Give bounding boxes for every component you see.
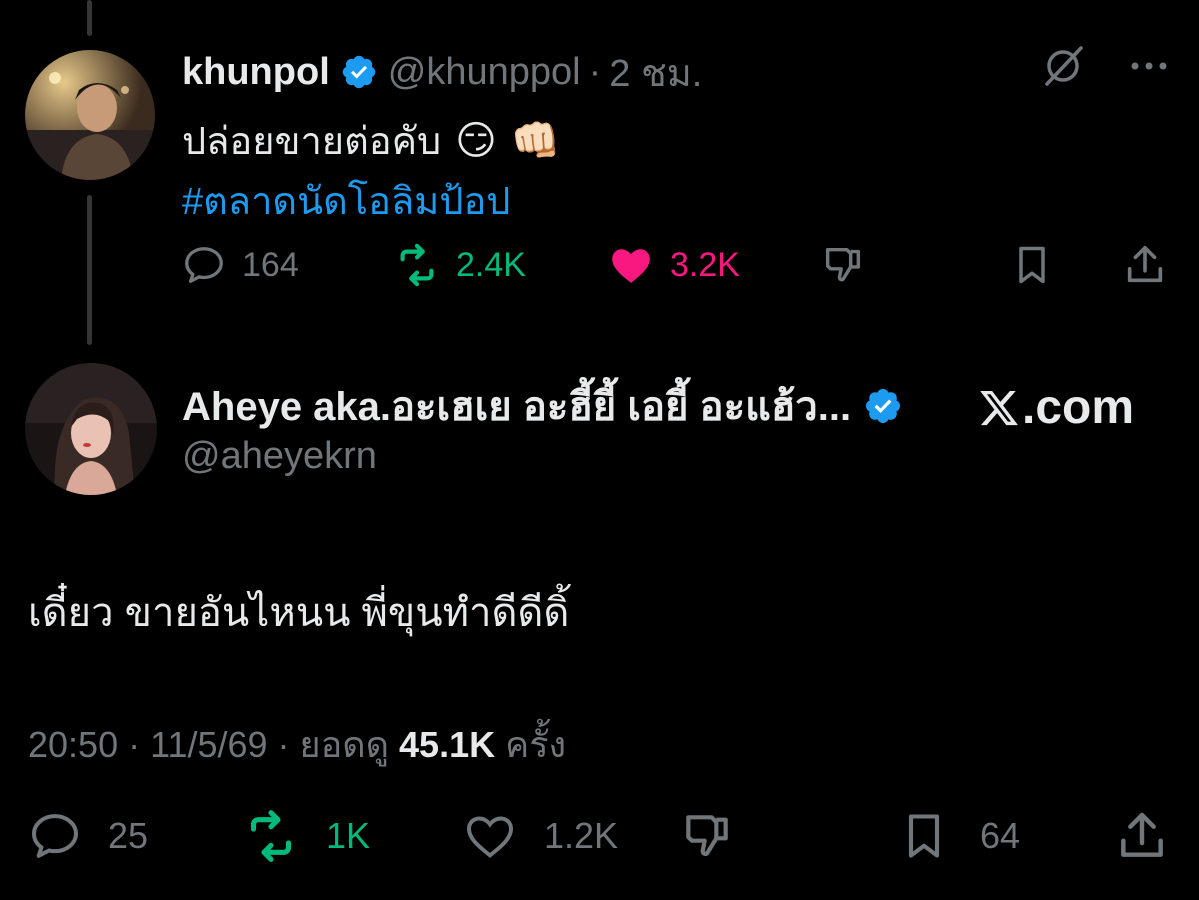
verified-badge-icon bbox=[342, 55, 375, 89]
reply-date[interactable]: 11/5/69 bbox=[150, 724, 267, 766]
repost-count: 2.4K bbox=[456, 245, 526, 284]
parent-top-actions bbox=[1041, 44, 1169, 88]
reply-button[interactable]: 25 bbox=[26, 808, 148, 864]
x-com-text: .com bbox=[1022, 381, 1135, 434]
parent-handle[interactable]: @khunppol bbox=[388, 51, 581, 94]
views-suffix: ครั้ง bbox=[505, 724, 567, 765]
reply-button[interactable]: 164 bbox=[180, 242, 299, 288]
grok-slash-icon[interactable] bbox=[1041, 44, 1085, 88]
like-button[interactable]: 3.2K bbox=[606, 242, 740, 288]
dislike-icon bbox=[825, 247, 861, 282]
reply-meta: 20:50 · 11/5/69 · ยอดดู 45.1K ครั้ง bbox=[28, 716, 566, 773]
repost-icon bbox=[250, 810, 292, 862]
like-count: 3.2K bbox=[670, 245, 740, 284]
reply-count: 25 bbox=[108, 815, 149, 856]
parent-author-name[interactable]: khunpol bbox=[182, 51, 330, 94]
views-label: ยอดดู bbox=[299, 724, 390, 765]
repost-button[interactable]: 1K bbox=[240, 808, 370, 864]
parent-timestamp[interactable]: 2 ชม. bbox=[609, 42, 702, 103]
reply-tweet-text: เดี๋ยว ขายอันไหนน พี่ขุนทำดีดีดิ้ bbox=[28, 591, 570, 635]
reply-icon bbox=[32, 814, 78, 858]
meta-separator: · bbox=[277, 724, 290, 765]
views-count[interactable]: 45.1K bbox=[399, 724, 495, 766]
parent-header: khunpol @khunppol · 2 ชม. bbox=[182, 48, 702, 96]
parent-separator: · bbox=[588, 50, 602, 93]
bookmark-icon bbox=[1019, 246, 1045, 284]
dislike-icon bbox=[686, 815, 728, 856]
share-icon bbox=[1127, 245, 1163, 283]
reply-time[interactable]: 20:50 bbox=[28, 724, 118, 766]
parent-text-body: ปล่อยขายต่อคับ bbox=[182, 121, 442, 163]
bookmark-button[interactable] bbox=[1010, 242, 1068, 288]
parent-action-bar: 164 2.4K 3.2K bbox=[180, 240, 1170, 290]
parent-hashtag-link[interactable]: #ตลาดนัดโอลิมป้อป bbox=[182, 170, 510, 231]
parent-avatar[interactable] bbox=[25, 50, 155, 180]
fist-emoji: 👊🏻 bbox=[510, 118, 561, 163]
reply-icon bbox=[185, 247, 223, 283]
repost-button[interactable]: 2.4K bbox=[392, 242, 526, 288]
dislike-button[interactable] bbox=[820, 242, 880, 288]
like-icon bbox=[612, 249, 650, 283]
reply-avatar[interactable] bbox=[25, 363, 157, 495]
like-button[interactable]: 1.2K bbox=[460, 808, 618, 864]
dislike-button[interactable] bbox=[678, 808, 750, 864]
like-icon bbox=[467, 816, 513, 858]
reply-count: 164 bbox=[242, 245, 299, 284]
bookmark-icon bbox=[908, 814, 940, 858]
verified-badge-icon bbox=[865, 388, 901, 424]
repost-count: 1K bbox=[326, 815, 371, 856]
bookmark-button[interactable]: 64 bbox=[898, 808, 1020, 864]
bookmark-count: 64 bbox=[980, 815, 1021, 856]
share-icon bbox=[1121, 812, 1163, 857]
thread-line-bottom bbox=[87, 195, 92, 345]
parent-tweet-text: ปล่อยขายต่อคับ 😏 👊🏻 bbox=[182, 110, 561, 171]
share-button[interactable] bbox=[1122, 242, 1182, 288]
meta-separator: · bbox=[128, 724, 141, 765]
reply-action-bar: 25 1K 1.2K 64 bbox=[26, 808, 1176, 868]
reply-header: Aheye aka.อะเฮเย อะฮี้ยี้ เอยี้ อะแฮ้ว..… bbox=[182, 380, 913, 432]
share-button[interactable] bbox=[1114, 808, 1184, 864]
reply-author-name[interactable]: Aheye aka.อะเฮเย อะฮี้ยี้ เอยี้ อะแฮ้ว..… bbox=[182, 374, 851, 438]
x-logo-icon bbox=[980, 390, 1018, 425]
x-com-badge: .com bbox=[978, 380, 1134, 435]
more-icon[interactable] bbox=[1129, 60, 1169, 72]
repost-icon bbox=[400, 243, 434, 287]
like-count: 1.2K bbox=[544, 815, 619, 856]
thread-line-top bbox=[87, 0, 92, 36]
smirk-emoji: 😏 bbox=[455, 118, 497, 163]
reply-handle[interactable]: @aheyekrn bbox=[182, 435, 377, 478]
